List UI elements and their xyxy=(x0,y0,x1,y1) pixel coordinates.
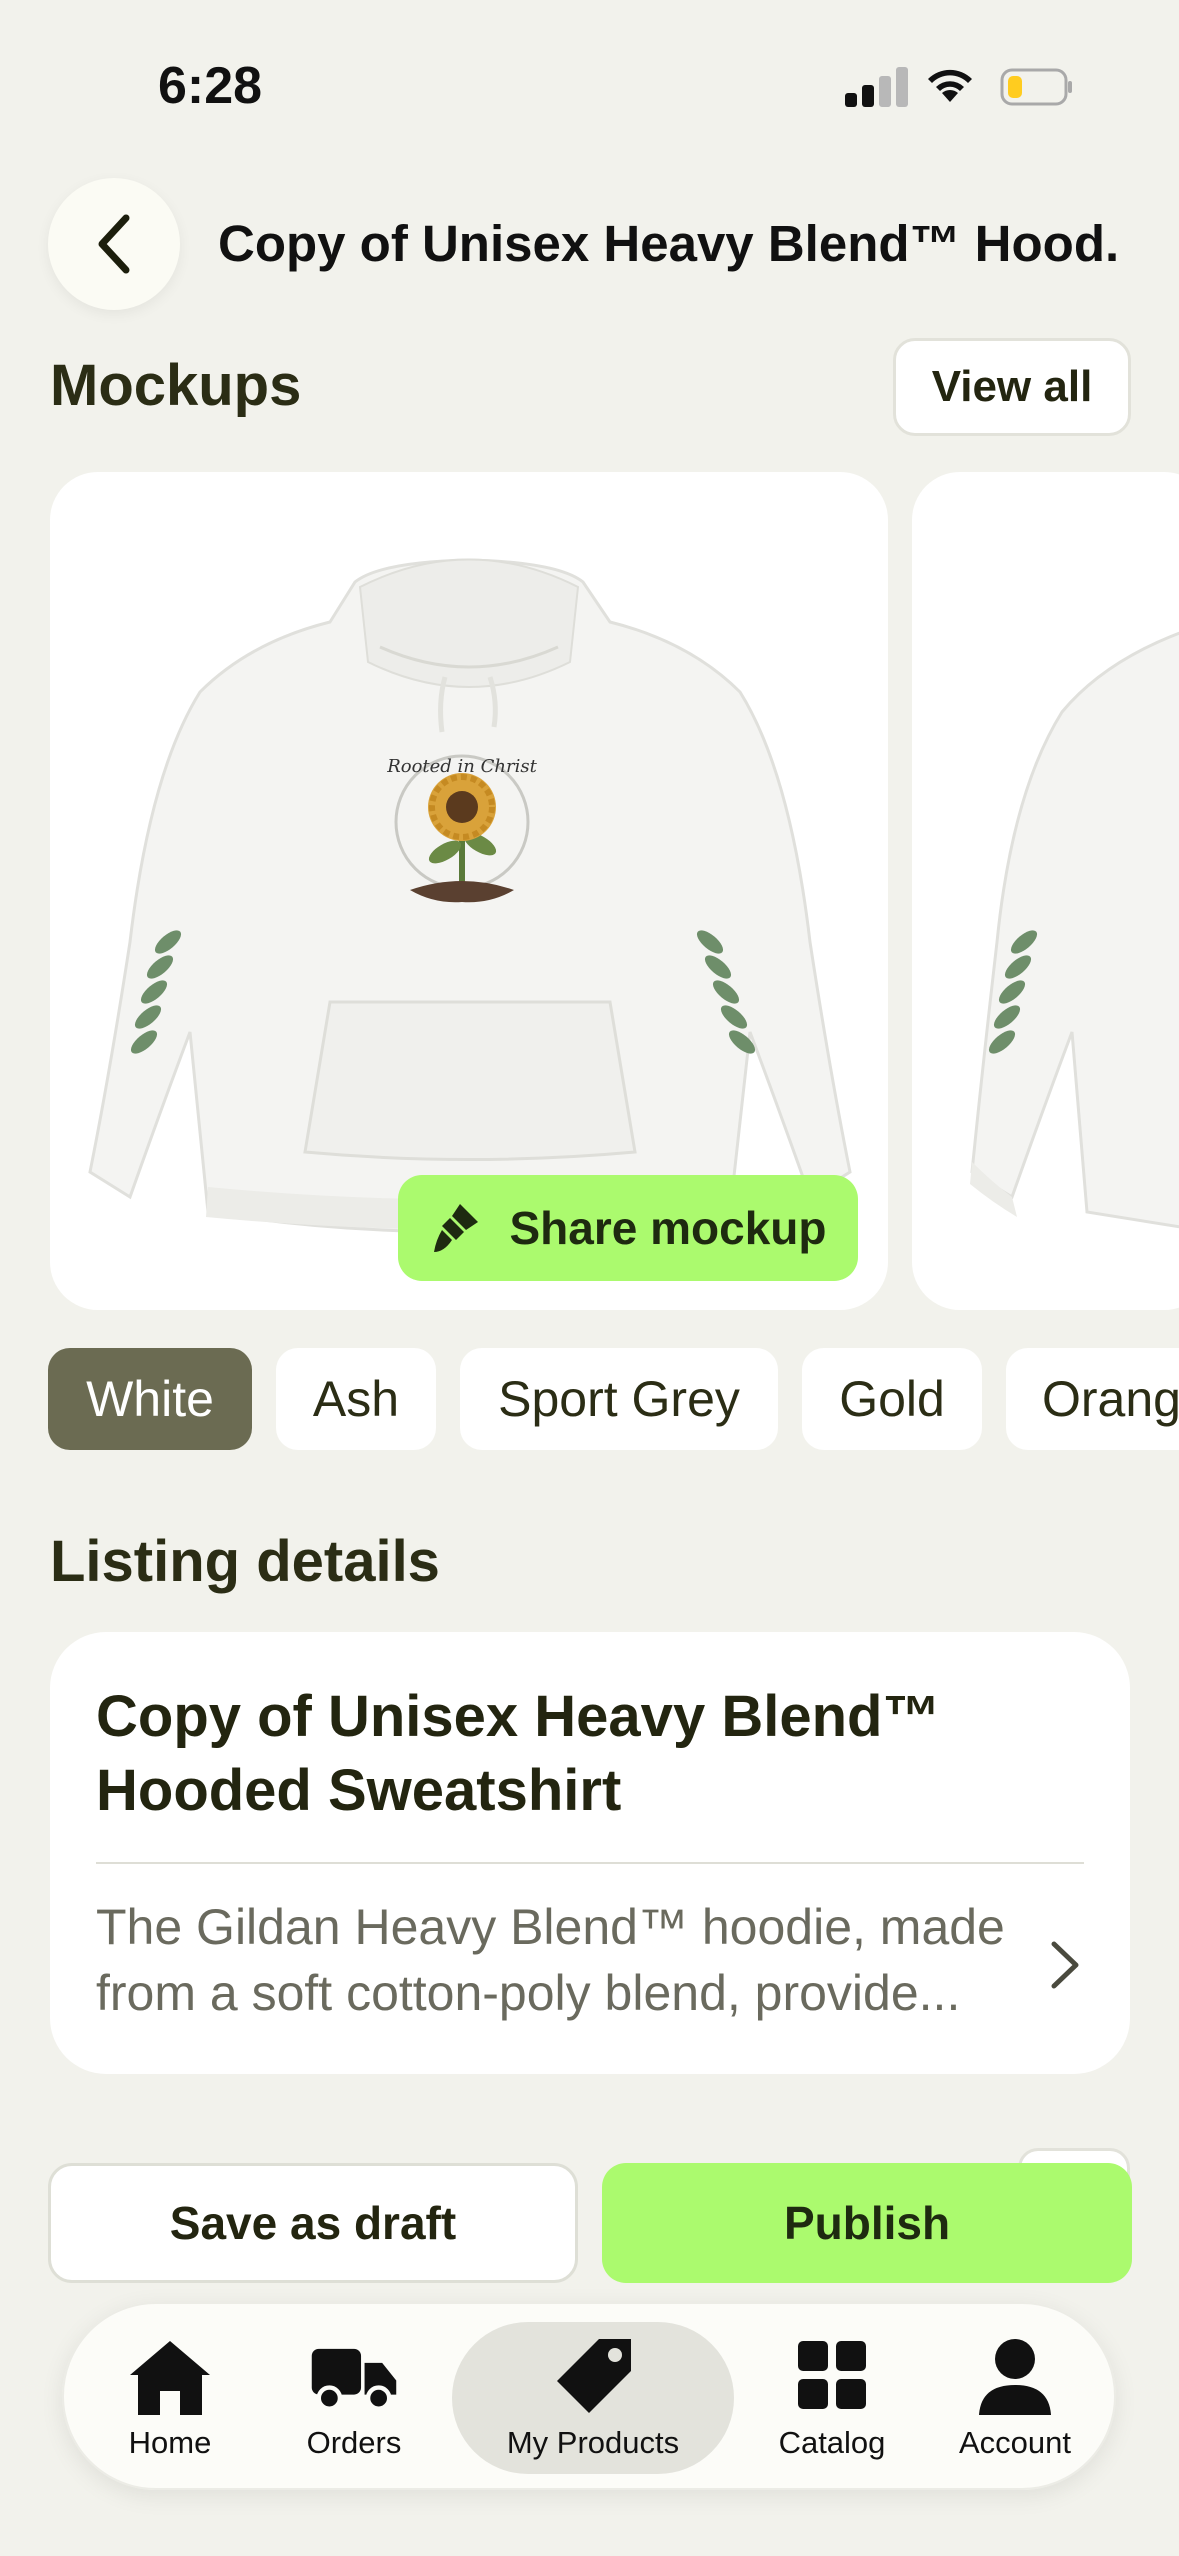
cellular-signal-icon xyxy=(845,65,909,107)
design-text: Rooted in Christ xyxy=(386,756,537,777)
share-mockup-label: Share mockup xyxy=(509,1202,827,1254)
tab-label: Home xyxy=(128,2425,212,2460)
tab-label: Catalog xyxy=(778,2425,886,2460)
tab-home[interactable]: Home xyxy=(90,2322,250,2474)
listing-section-title: Listing details xyxy=(50,1529,440,1594)
save-draft-button[interactable]: Save as draft xyxy=(48,2163,578,2283)
chevron-right-icon xyxy=(1051,1941,1079,1989)
listing-card[interactable]: Copy of Unisex Heavy Blend™ Hooded Sweat… xyxy=(50,1632,1130,2074)
truck-icon xyxy=(311,2348,397,2411)
color-chip-ash[interactable]: Ash xyxy=(276,1348,436,1450)
hoodie-back-image xyxy=(970,631,1179,1229)
tab-catalog[interactable]: Catalog xyxy=(752,2322,912,2474)
share-mockup-button[interactable]: Share mockup xyxy=(398,1175,858,1281)
tab-my-products[interactable]: My Products xyxy=(452,2322,734,2474)
tab-label: My Products xyxy=(506,2425,680,2460)
color-chip-sport-grey[interactable]: Sport Grey xyxy=(460,1348,778,1450)
person-icon xyxy=(979,2339,1051,2415)
wifi-icon xyxy=(928,69,972,102)
tab-bar: Home Orders My Products Catalog Account xyxy=(62,2302,1116,2490)
home-icon xyxy=(130,2341,210,2415)
publish-button[interactable]: Publish xyxy=(602,2163,1132,2283)
color-chip-white[interactable]: White xyxy=(48,1348,252,1450)
brush-icon xyxy=(433,1204,478,1252)
page-title: Copy of Unisex Heavy Blend™ Hood... xyxy=(218,215,1118,272)
listing-description: The Gildan Heavy Blend™ hoodie, made fro… xyxy=(96,1899,1005,2021)
battery-icon xyxy=(1000,68,1072,106)
mockup-card-back[interactable] xyxy=(912,472,1179,1310)
tab-label: Orders xyxy=(306,2425,402,2460)
color-chip-list: White Ash Sport Grey Gold Orang xyxy=(48,1348,1179,1450)
back-button[interactable] xyxy=(48,178,180,310)
chevron-left-icon xyxy=(98,214,130,274)
color-chip-gold[interactable]: Gold xyxy=(802,1348,982,1450)
listing-name: Copy of Unisex Heavy Blend™ Hooded Sweat… xyxy=(96,1684,941,1823)
tab-account[interactable]: Account xyxy=(930,2322,1100,2474)
mockups-section-title: Mockups xyxy=(50,353,302,418)
tag-icon xyxy=(557,2339,631,2413)
tab-orders[interactable]: Orders xyxy=(274,2322,434,2474)
tab-label: Account xyxy=(958,2425,1071,2460)
status-bar: 6:28 xyxy=(0,0,1179,150)
status-time: 6:28 xyxy=(158,57,263,115)
color-chip-orange[interactable]: Orang xyxy=(1006,1348,1179,1450)
view-all-button[interactable]: View all xyxy=(893,338,1131,436)
divider xyxy=(96,1862,1084,1864)
grid-icon xyxy=(798,2341,866,2409)
